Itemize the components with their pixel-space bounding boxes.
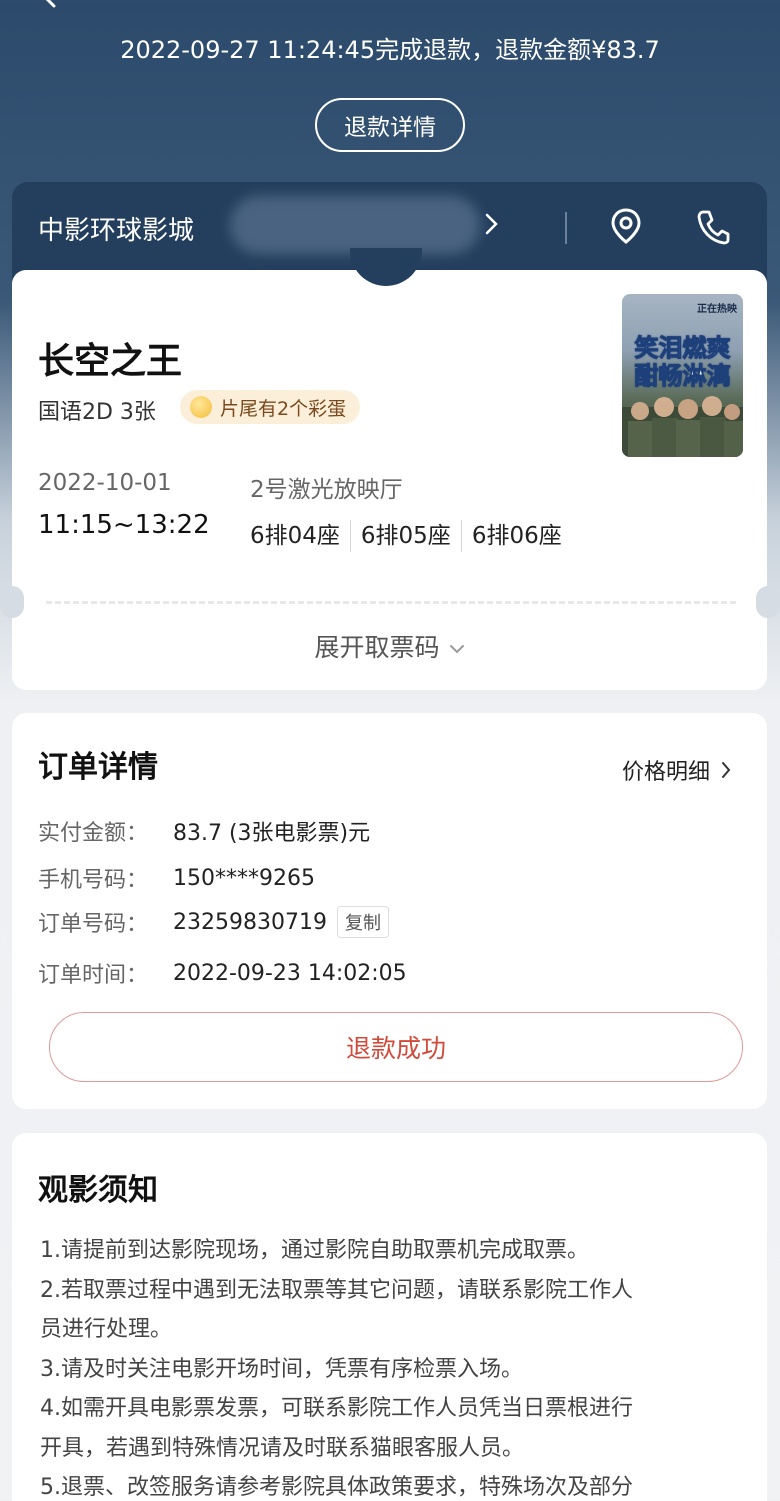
ticket-dash-divider bbox=[46, 601, 736, 604]
refund-detail-button[interactable]: 退款详情 bbox=[315, 98, 465, 152]
order-label: 订单号码： bbox=[38, 912, 149, 937]
movie-title: 长空之王 bbox=[38, 341, 183, 382]
movie-poster[interactable]: 正在热映 笑泪燃爽 酣畅淋漓 bbox=[622, 294, 743, 457]
order-value: 2022-09-23 14:02:05 bbox=[173, 960, 407, 986]
phone-icon[interactable] bbox=[694, 206, 730, 246]
seat: 6排04座 bbox=[250, 520, 351, 552]
poster-slogan: 笑泪燃爽 酣畅淋漓 bbox=[634, 334, 731, 391]
notice-line: 5.退票、改签服务请参考影院具体政策要求，特殊场次及部分 bbox=[40, 1475, 633, 1500]
copy-order-number-button[interactable]: 复制 bbox=[336, 906, 389, 938]
poster-people-image bbox=[622, 396, 743, 457]
cinema-address-redacted bbox=[230, 196, 480, 254]
refund-success-button[interactable]: 退款成功 bbox=[49, 1012, 743, 1082]
poster-tag: 正在热映 bbox=[697, 304, 737, 315]
notice-line: 员进行处理。 bbox=[40, 1317, 173, 1342]
order-row-phone: 手机号码： 150****9265 bbox=[38, 862, 315, 894]
seat-list: 6排04座 6排05座 6排06座 bbox=[250, 520, 582, 552]
notice-line: 1.请提前到达影院现场，通过影院自助取票机完成取票。 bbox=[40, 1238, 589, 1263]
notice-line: 4.如需开具电影票发票，可联系影院工作人员凭当日票根进行 bbox=[40, 1396, 633, 1421]
divider bbox=[565, 212, 567, 244]
cinema-name[interactable]: 中影环球影城 bbox=[38, 210, 194, 247]
expand-ticket-code-button[interactable]: 展开取票码 bbox=[0, 628, 780, 664]
notice-line: 3.请及时关注电影开场时间，凭票有序检票入场。 bbox=[40, 1356, 523, 1382]
movie-format: 国语2D 3张 bbox=[38, 400, 156, 425]
order-label: 订单时间： bbox=[38, 963, 149, 988]
seat: 6排05座 bbox=[361, 520, 462, 552]
ticket-side-notch bbox=[0, 586, 24, 618]
order-value: 23259830719 bbox=[173, 909, 327, 935]
notice-title: 观影须知 bbox=[38, 1173, 158, 1208]
refund-info-text: 2022-09-27 11:24:45完成退款，退款金额¥83.7 bbox=[120, 36, 660, 64]
order-label: 实付金额： bbox=[38, 821, 149, 846]
show-date: 2022-10-01 bbox=[38, 470, 172, 496]
notice-list: 1.请提前到达影院现场，通过影院自助取票机完成取票。 2.若取票过程中遇到无法取… bbox=[40, 1231, 740, 1501]
price-detail-link[interactable]: 价格明细 bbox=[622, 754, 732, 786]
chevron-right-icon[interactable] bbox=[484, 210, 500, 238]
price-detail-label: 价格明细 bbox=[622, 760, 711, 785]
back-arrow-icon[interactable] bbox=[38, 0, 62, 10]
notice-line: 开具，若遇到特殊情况请及时联系猫眼客服人员。 bbox=[40, 1435, 525, 1461]
expand-code-label: 展开取票码 bbox=[314, 633, 440, 662]
order-value: 150****9265 bbox=[173, 865, 315, 891]
ticket-side-notch bbox=[756, 586, 780, 618]
order-value: 83.7 (3张电影票)元 bbox=[173, 821, 371, 846]
show-time: 11:15~13:22 bbox=[38, 510, 210, 540]
order-label: 手机号码： bbox=[38, 868, 149, 893]
seat: 6排06座 bbox=[471, 523, 562, 549]
location-pin-icon[interactable] bbox=[608, 206, 644, 246]
order-row-number: 订单号码： 23259830719 复制 bbox=[38, 906, 389, 938]
chevron-down-icon bbox=[449, 645, 464, 654]
easter-egg-label: 片尾有2个彩蛋 bbox=[220, 397, 347, 420]
order-row-time: 订单时间： 2022-09-23 14:02:05 bbox=[38, 957, 407, 989]
order-row-amount: 实付金额： 83.7 (3张电影票)元 bbox=[38, 815, 370, 847]
notice-line: 2.若取票过程中遇到无法取票等其它问题，请联系影院工作人 bbox=[40, 1277, 633, 1303]
hall-name: 2号激光放映厅 bbox=[250, 477, 403, 503]
chevron-right-icon bbox=[722, 762, 731, 778]
egg-icon bbox=[190, 396, 212, 418]
easter-egg-badge: 片尾有2个彩蛋 bbox=[180, 390, 361, 424]
order-title: 订单详情 bbox=[38, 750, 158, 785]
